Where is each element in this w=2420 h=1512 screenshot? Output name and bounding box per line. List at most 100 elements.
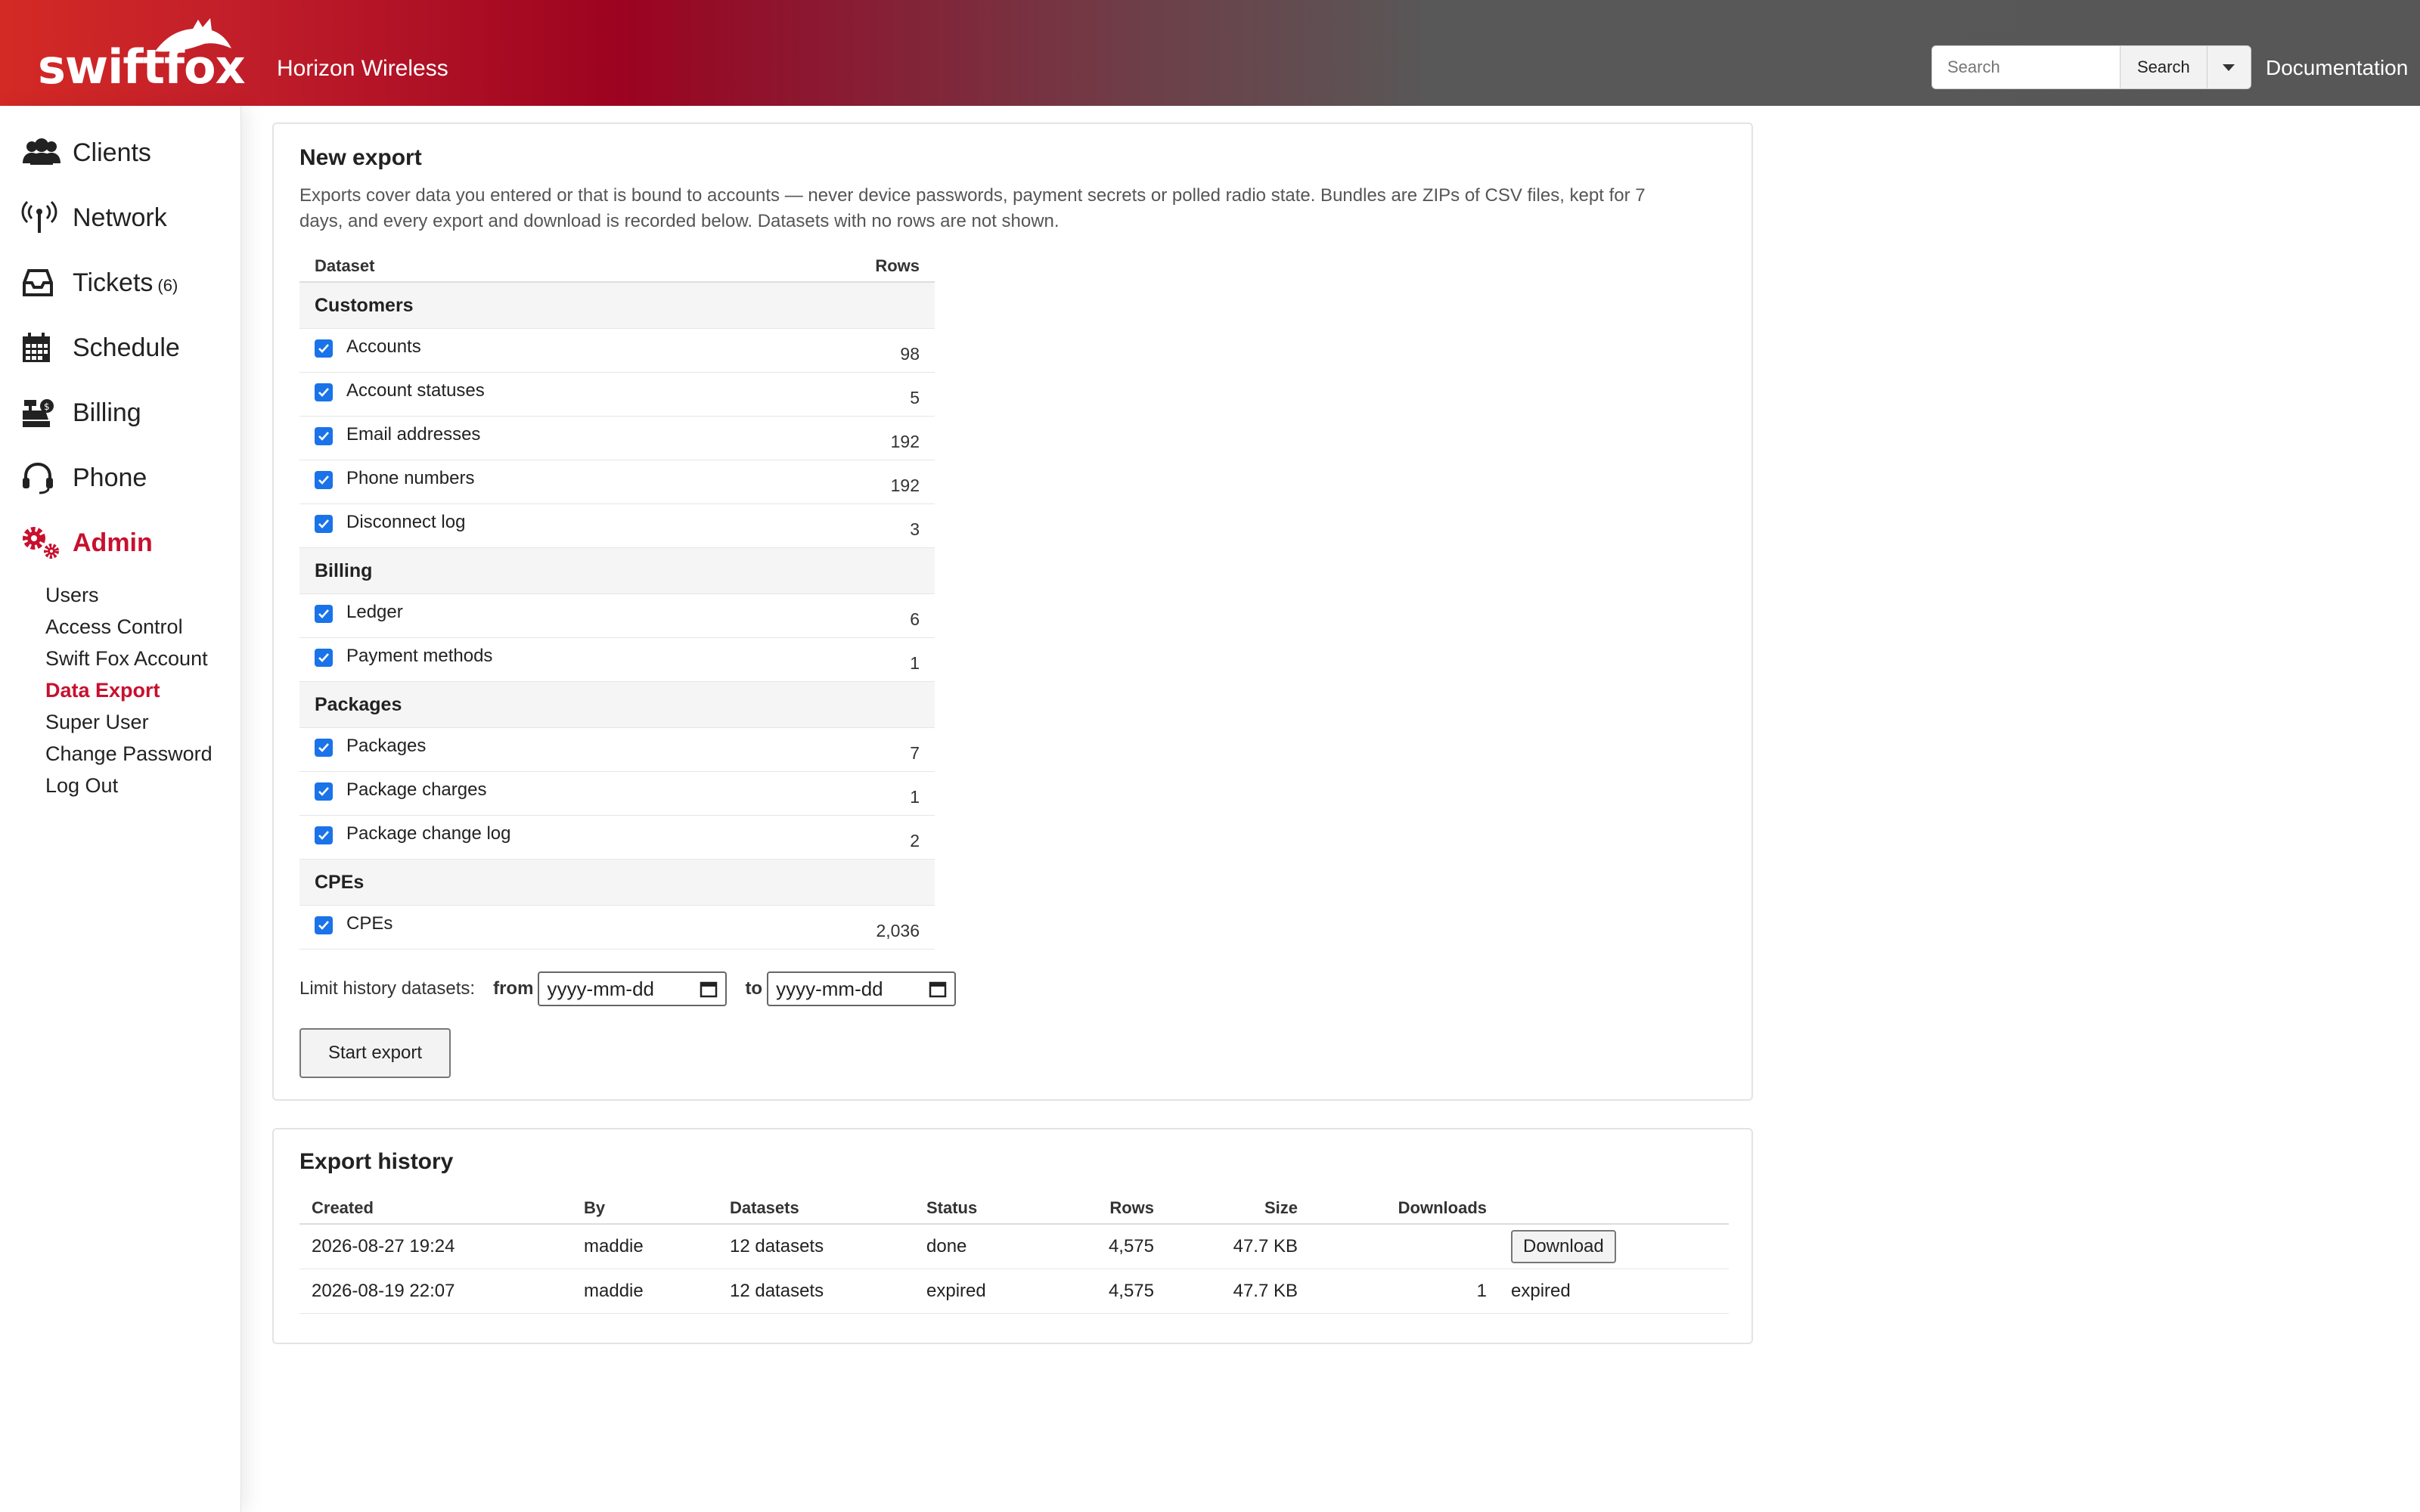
dataset-row: Email addresses 192 <box>299 417 935 460</box>
to-date-input[interactable]: yyyy-mm-dd <box>767 971 957 1006</box>
col-dataset: Dataset <box>315 256 375 275</box>
search-input[interactable] <box>1931 45 2121 89</box>
dataset-name: Ledger <box>346 602 403 622</box>
subnav-access-control[interactable]: Access Control <box>45 611 213 643</box>
dataset-checkbox[interactable] <box>315 826 333 844</box>
dataset-row-count: 2,036 <box>876 921 920 940</box>
dataset-row-count: 2 <box>910 831 920 850</box>
dataset-row: Account statuses 5 <box>299 373 935 417</box>
dataset-option[interactable]: Ledger <box>315 594 403 631</box>
check-icon <box>318 743 329 752</box>
dataset-option[interactable]: Phone numbers <box>315 460 474 497</box>
search-button[interactable]: Search <box>2121 45 2207 89</box>
subnav-change-password[interactable]: Change Password <box>45 738 213 770</box>
sidebar-item-clients[interactable]: Clients <box>21 130 151 175</box>
col-rows: Rows <box>1050 1193 1166 1225</box>
dataset-checkbox[interactable] <box>315 471 333 489</box>
action-cell: Download <box>1499 1224 1729 1269</box>
check-icon <box>318 344 329 353</box>
table-row: 2026-08-19 22:07 maddie 12 datasets expi… <box>299 1269 1729 1314</box>
check-icon <box>318 432 329 441</box>
dataset-option[interactable]: Package charges <box>315 772 486 808</box>
sidebar-item-billing[interactable]: $ Billing <box>21 390 141 435</box>
dataset-name: Account statuses <box>346 380 485 401</box>
subnav-log-out[interactable]: Log Out <box>45 770 213 801</box>
dataset-row: Accounts 98 <box>299 329 935 373</box>
swiftfox-logo[interactable]: swiftfox <box>38 14 246 97</box>
export-history-title: Export history <box>299 1149 454 1174</box>
calendar-icon <box>700 981 718 998</box>
to-date-placeholder: yyyy-mm-dd <box>776 977 883 1000</box>
dataset-checkbox[interactable] <box>315 782 333 801</box>
dataset-option[interactable]: Email addresses <box>315 417 480 453</box>
dataset-name: Disconnect log <box>346 512 466 532</box>
company-name: Horizon Wireless <box>277 56 448 81</box>
dataset-name: Payment methods <box>346 646 493 666</box>
dataset-name: Phone numbers <box>346 468 475 488</box>
created-cell: 2026-08-27 19:24 <box>299 1224 572 1269</box>
sidebar-item-network[interactable]: Network <box>21 195 167 240</box>
dataset-checkbox[interactable] <box>315 605 333 623</box>
check-icon <box>318 653 329 662</box>
dataset-row: Package charges 1 <box>299 772 935 816</box>
dataset-checkbox[interactable] <box>315 339 333 358</box>
dataset-name: Email addresses <box>346 424 481 445</box>
subnav-data-export[interactable]: Data Export <box>45 674 213 706</box>
sidebar-item-admin[interactable]: Admin <box>21 520 153 565</box>
dataset-option[interactable]: Packages <box>315 728 426 764</box>
dataset-name: Package change log <box>346 823 511 844</box>
new-export-panel: New export Exports cover data you entere… <box>272 122 1753 1101</box>
sidebar-item-tickets[interactable]: Tickets (6) <box>21 260 178 305</box>
dataset-option[interactable]: Payment methods <box>315 638 492 674</box>
sidebar-item-label: Schedule <box>73 333 180 362</box>
download-button[interactable]: Download <box>1511 1230 1616 1263</box>
col-by: By <box>572 1193 718 1225</box>
dataset-name: Packages <box>346 736 427 756</box>
limit-label: Limit history datasets: <box>299 978 476 999</box>
col-action <box>1499 1193 1729 1225</box>
dataset-row-count: 192 <box>890 476 920 495</box>
sidebar-item-schedule[interactable]: Schedule <box>21 325 180 370</box>
subnav-users[interactable]: Users <box>45 579 213 611</box>
documentation-link[interactable]: Documentation <box>2266 56 2408 80</box>
subnav-swift-fox-account[interactable]: Swift Fox Account <box>45 643 213 674</box>
dataset-checkbox[interactable] <box>315 916 333 934</box>
sidebar-item-label: Admin <box>73 528 153 557</box>
datasets-cell: 12 datasets <box>718 1224 914 1269</box>
search-options-button[interactable] <box>2207 45 2251 89</box>
dataset-checkbox[interactable] <box>315 515 333 533</box>
dataset-checkbox[interactable] <box>315 649 333 667</box>
dataset-checkbox[interactable] <box>315 427 333 445</box>
check-icon <box>318 831 329 840</box>
check-icon <box>318 476 329 485</box>
sidebar-item-phone[interactable]: Phone <box>21 455 147 500</box>
export-intro-text: Exports cover data you entered or that i… <box>299 185 1646 231</box>
dataset-checkbox[interactable] <box>315 739 333 757</box>
from-date-input[interactable]: yyyy-mm-dd <box>538 971 728 1006</box>
start-export-button[interactable]: Start export <box>299 1028 451 1078</box>
dataset-option[interactable]: Account statuses <box>315 373 485 409</box>
dataset-option[interactable]: Package change log <box>315 816 511 852</box>
dataset-group-header: Customers <box>299 283 935 329</box>
dataset-option[interactable]: Accounts <box>315 329 421 365</box>
datasets-cell: 12 datasets <box>718 1269 914 1314</box>
history-header-row: Created By Datasets Status Rows Size Dow… <box>299 1193 1729 1225</box>
dataset-option[interactable]: CPEs <box>315 906 392 942</box>
by-cell: maddie <box>572 1224 718 1269</box>
dataset-row: CPEs 2,036 <box>299 906 935 950</box>
check-icon <box>318 787 329 796</box>
headset-icon <box>21 460 64 496</box>
subnav-super-user[interactable]: Super User <box>45 706 213 738</box>
size-cell: 47.7 KB <box>1166 1224 1310 1269</box>
dataset-row-count: 98 <box>900 344 920 364</box>
gears-icon <box>21 525 64 561</box>
dataset-checkbox[interactable] <box>315 383 333 401</box>
dataset-row-count: 5 <box>910 388 920 407</box>
col-downloads: Downloads <box>1310 1193 1499 1225</box>
dataset-row-count: 1 <box>910 787 920 807</box>
dataset-option[interactable]: Disconnect log <box>315 504 465 541</box>
top-header: swiftfox Horizon Wireless Search Documen… <box>0 0 2420 106</box>
new-export-title: New export <box>299 145 422 170</box>
status-cell: expired <box>914 1269 1050 1314</box>
rows-cell: 4,575 <box>1050 1224 1166 1269</box>
